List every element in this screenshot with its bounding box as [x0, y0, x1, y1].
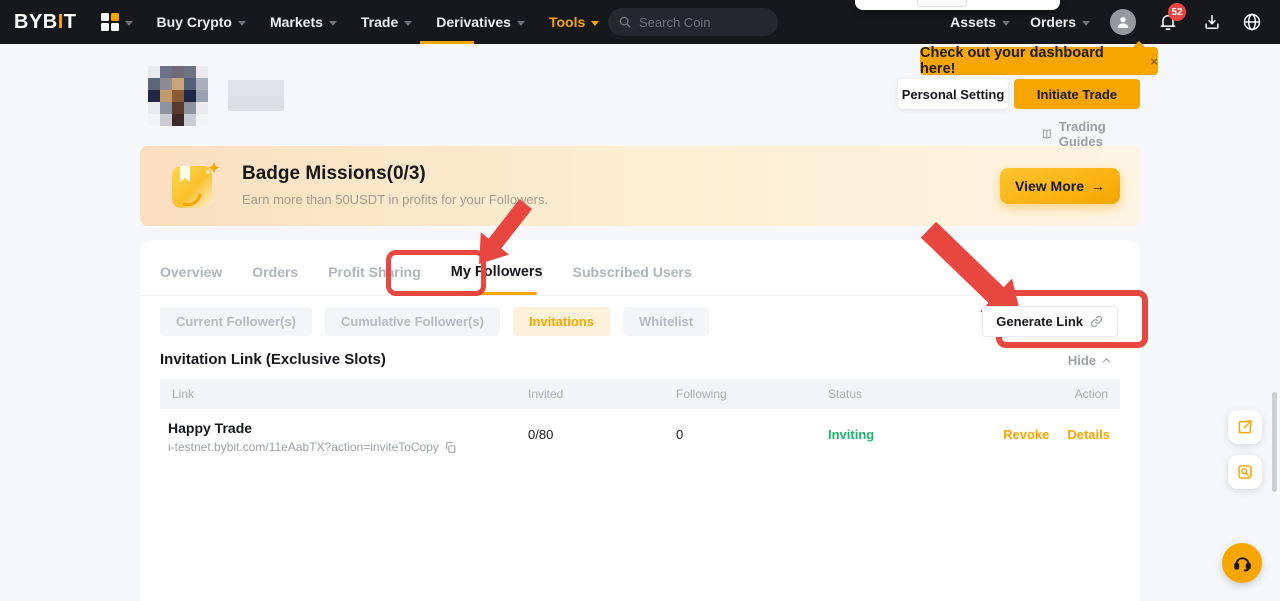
badge-missions-banner: Badge Missions(0/3) Earn more than 50USD…	[140, 146, 1140, 226]
revoke-link[interactable]: Revoke	[1003, 427, 1049, 442]
nav-tools[interactable]: Tools	[549, 14, 599, 30]
col-link: Link	[172, 387, 194, 401]
tab-profit-sharing[interactable]: Profit Sharing	[328, 264, 421, 280]
profile-name-blurred-2	[228, 96, 284, 111]
dashboard-tooltip: Check out your dashboard here! ×	[920, 47, 1158, 75]
tab-subscribed-users[interactable]: Subscribed Users	[573, 264, 692, 280]
person-icon	[1115, 14, 1131, 30]
col-action: Action	[1075, 387, 1108, 401]
profile-name-blurred	[228, 80, 284, 96]
nav-buy-crypto[interactable]: Buy Crypto	[157, 14, 246, 30]
personal-setting-button[interactable]: Personal Setting	[898, 79, 1008, 109]
external-link-icon	[1236, 418, 1254, 436]
nav-markets[interactable]: Markets	[270, 14, 337, 30]
col-invited: Invited	[528, 387, 563, 401]
followers-card: Overview Orders Profit Sharing My Follow…	[140, 240, 1140, 601]
profile-avatar-blurred	[148, 66, 208, 126]
details-link[interactable]: Details	[1067, 427, 1110, 442]
headset-icon	[1232, 553, 1253, 574]
download-app-button[interactable]	[1202, 12, 1222, 32]
apps-grid-icon[interactable]	[101, 13, 133, 31]
search-box[interactable]	[608, 8, 778, 36]
caret-down-icon	[404, 21, 412, 26]
hide-toggle[interactable]: Hide	[1068, 353, 1112, 368]
clipped-top-popup	[855, 0, 1060, 10]
nav-orders[interactable]: Orders	[1030, 14, 1090, 30]
trading-guides-label: Trading Guides	[1059, 119, 1140, 149]
language-button[interactable]	[1242, 12, 1262, 32]
tab-bar: Overview Orders Profit Sharing My Follow…	[160, 264, 692, 280]
caret-down-icon	[1002, 21, 1010, 26]
status-badge: Inviting	[828, 427, 874, 442]
nav-trade[interactable]: Trade	[361, 14, 412, 30]
arrow-right-icon: →	[1091, 178, 1105, 194]
link-name: Happy Trade	[168, 420, 457, 436]
active-nav-underline	[420, 41, 474, 44]
generate-link-button[interactable]: Generate Link	[982, 306, 1118, 337]
initiate-trade-button[interactable]: Initiate Trade	[1014, 79, 1140, 109]
notifications-button[interactable]: 52	[1158, 12, 1178, 32]
nav-derivatives[interactable]: Derivatives	[436, 14, 525, 30]
share-float-button[interactable]	[1228, 410, 1262, 444]
table-row: Happy Trade i-testnet.bybit.com/11eAabTX…	[160, 412, 1120, 460]
user-avatar[interactable]	[1110, 9, 1136, 35]
search-icon	[618, 15, 632, 29]
badge-missions-subtitle: Earn more than 50USDT in profits for you…	[242, 192, 548, 207]
link-icon	[1089, 314, 1104, 329]
tab-orders[interactable]: Orders	[252, 264, 298, 280]
caret-down-icon	[591, 21, 599, 26]
caret-down-icon	[125, 21, 133, 26]
trading-guides-link[interactable]: Trading Guides	[1040, 119, 1140, 149]
following-cell: 0	[676, 427, 683, 442]
copy-icon[interactable]	[444, 441, 457, 454]
clipped-popup-button[interactable]	[917, 0, 967, 7]
tab-overview[interactable]: Overview	[160, 264, 222, 280]
badge-missions-title: Badge Missions(0/3)	[242, 163, 426, 185]
globe-icon	[1242, 12, 1262, 32]
actions-cell: Revoke Details	[1003, 427, 1110, 442]
invited-cell: 0/80	[528, 427, 553, 442]
preview-float-button[interactable]	[1228, 455, 1262, 489]
link-cell: Happy Trade i-testnet.bybit.com/11eAabTX…	[168, 420, 457, 454]
nav-assets[interactable]: Assets	[950, 14, 1010, 30]
tab-my-followers[interactable]: My Followers	[451, 264, 543, 280]
link-url-wrap: i-testnet.bybit.com/11eAabTX?action=invi…	[168, 440, 457, 454]
table-header: Link Invited Following Status Action	[160, 379, 1120, 409]
subtab-whitelist[interactable]: Whitelist	[623, 307, 709, 336]
tabs-divider	[140, 295, 1140, 296]
subtab-current-followers[interactable]: Current Follower(s)	[160, 307, 312, 336]
badge-missions-icon	[164, 156, 224, 221]
grid-squares-icon	[101, 13, 119, 31]
top-nav: BYBIT Buy Crypto Markets Trade Derivativ…	[0, 0, 1280, 44]
avatar-mosaic-image	[148, 66, 208, 126]
caret-down-icon	[238, 21, 246, 26]
support-chat-button[interactable]	[1222, 543, 1262, 583]
notification-count-badge: 52	[1168, 3, 1186, 21]
col-status: Status	[828, 387, 862, 401]
view-more-button[interactable]: View More→	[1000, 168, 1120, 204]
page: BYBIT Buy Crypto Markets Trade Derivativ…	[0, 0, 1280, 601]
book-icon	[1040, 126, 1054, 142]
link-url: i-testnet.bybit.com/11eAabTX?action=invi…	[168, 440, 439, 454]
subtab-bar: Current Follower(s) Cumulative Follower(…	[160, 307, 709, 336]
tooltip-text: Check out your dashboard here!	[920, 45, 1142, 77]
subtab-cumulative-followers[interactable]: Cumulative Follower(s)	[325, 307, 500, 336]
invitation-section-title: Invitation Link (Exclusive Slots)	[160, 351, 386, 368]
caret-down-icon	[517, 21, 525, 26]
caret-down-icon	[329, 21, 337, 26]
document-search-icon	[1236, 463, 1254, 481]
bybit-logo[interactable]: BYBIT	[14, 11, 77, 34]
col-following: Following	[676, 387, 727, 401]
search-input[interactable]	[639, 15, 759, 30]
scrollbar-thumb[interactable]	[1272, 392, 1277, 492]
caret-down-icon	[1082, 21, 1090, 26]
subtab-invitations[interactable]: Invitations	[513, 307, 610, 336]
tooltip-close-icon[interactable]: ×	[1150, 54, 1158, 69]
chevron-up-icon	[1101, 355, 1112, 366]
download-icon	[1202, 12, 1222, 32]
